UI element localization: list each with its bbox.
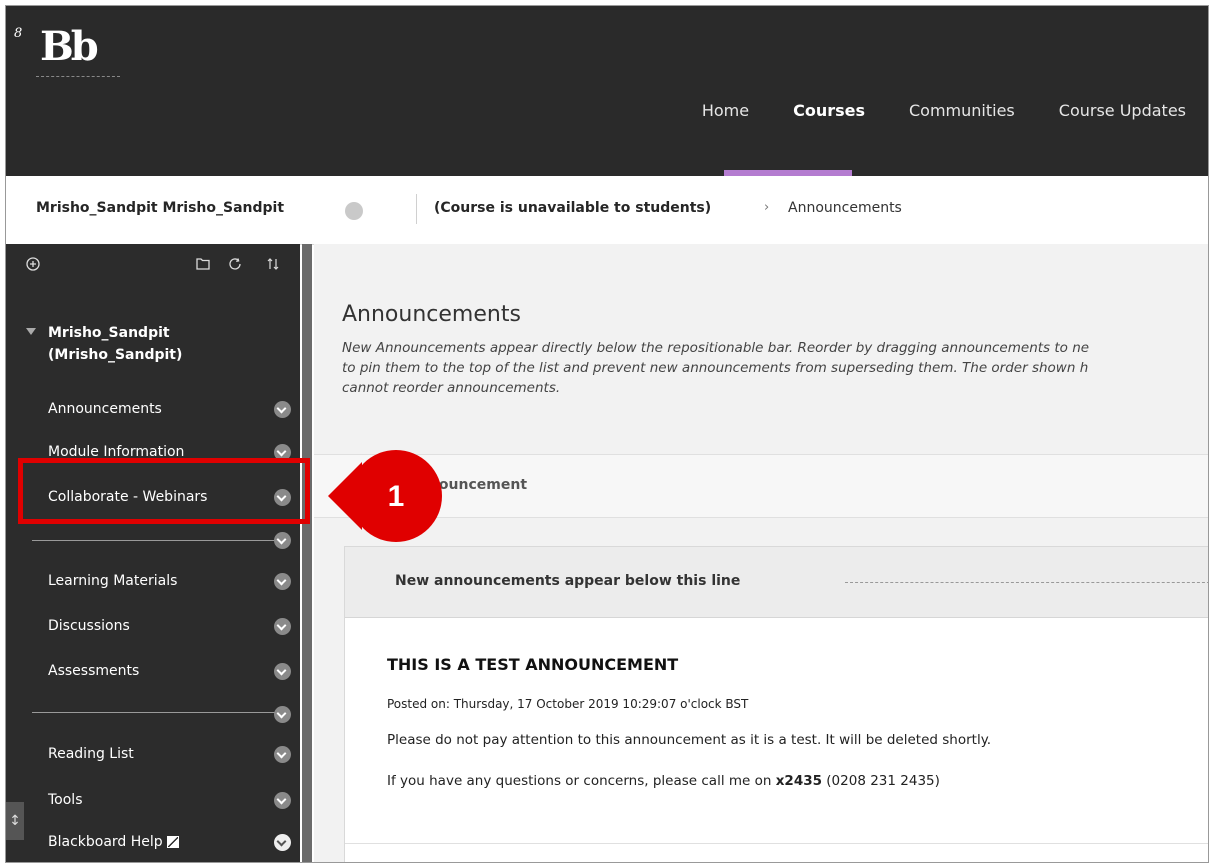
dashed-divider (845, 582, 1208, 583)
sidebar-item-discussions[interactable]: Discussions (48, 616, 130, 636)
announcement-body-text: (0208 231 2435) (822, 773, 940, 789)
sidebar-item-label: Blackboard Help (48, 834, 163, 850)
course-menu-toolbar (6, 244, 300, 284)
course-menu-title[interactable]: Mrisho_Sandpit (Mrisho_Sandpit) (48, 322, 182, 366)
sidebar-item-learning-materials[interactable]: Learning Materials (48, 571, 177, 591)
announcement-posted-date: Posted on: Thursday, 17 October 2019 10:… (387, 697, 749, 711)
nav-course-updates[interactable]: Course Updates (1037, 96, 1208, 126)
chevron-down-icon[interactable] (274, 573, 291, 590)
repositionable-bar[interactable]: New announcements appear below this line (345, 547, 1208, 618)
logo-text: Bb (40, 23, 99, 70)
top-header: 8 Bb Home Courses Communities Course Upd… (6, 6, 1208, 176)
step-number: 1 (388, 480, 405, 513)
chevron-down-icon[interactable] (274, 401, 291, 418)
breadcrumb: Mrisho_Sandpit Mrisho_Sandpit (Course is… (6, 176, 1208, 245)
external-link-icon (166, 836, 179, 848)
chevron-down-icon[interactable] (274, 663, 291, 680)
sidebar-item-assessments[interactable]: Assessments (48, 661, 139, 681)
step-callout-marker: 1 (328, 450, 442, 542)
folder-icon[interactable] (196, 257, 210, 270)
course-title[interactable]: Mrisho_Sandpit Mrisho_Sandpit (36, 200, 284, 216)
course-availability-status: (Course is unavailable to students) (434, 200, 712, 216)
page-description: New Announcements appear directly below … (342, 340, 1090, 396)
announcement-divider (345, 843, 1208, 844)
sidebar-item-tools[interactable]: Tools (48, 790, 83, 810)
course-menu: Mrisho_Sandpit (Mrisho_Sandpit) Announce… (6, 244, 300, 862)
content-area: Announcements New Announcements appear d… (314, 244, 1208, 862)
nav-courses[interactable]: Courses (771, 96, 887, 126)
course-menu-chevron-icon[interactable] (345, 202, 363, 220)
resize-handle-icon[interactable]: ↕ (6, 802, 24, 840)
course-menu-title-line1: Mrisho_Sandpit (48, 325, 170, 341)
main-nav: Home Courses Communities Course Updates (680, 96, 1208, 126)
announcement-body-line1: Please do not pay attention to this anno… (387, 732, 992, 748)
action-bar: nnouncement (314, 454, 1208, 518)
breadcrumb-current: Announcements (788, 200, 902, 216)
sidebar-item-blackboard-help[interactable]: Blackboard Help (48, 832, 179, 852)
menu-divider (32, 712, 276, 713)
sidebar-resize-bar[interactable] (302, 244, 312, 862)
menu-divider (32, 540, 276, 541)
sidebar-item-reading-list[interactable]: Reading List (48, 744, 134, 764)
collapse-triangle-icon[interactable] (26, 328, 36, 335)
announcement-body-line2: If you have any questions or concerns, p… (387, 773, 940, 789)
sidebar-item-announcements[interactable]: Announcements (48, 399, 162, 419)
brand-mark: 8 (14, 26, 23, 41)
highlight-box (18, 458, 310, 524)
app-window: 8 Bb Home Courses Communities Course Upd… (5, 5, 1209, 863)
announcement-title[interactable]: THIS IS A TEST ANNOUNCEMENT (387, 655, 678, 674)
refresh-icon[interactable] (228, 257, 242, 271)
blackboard-logo[interactable]: Bb (36, 24, 120, 77)
announcement-body-text: If you have any questions or concerns, p… (387, 773, 776, 789)
breadcrumb-divider (416, 194, 417, 224)
breadcrumb-separator-icon: › (764, 200, 770, 215)
chevron-down-icon[interactable] (274, 532, 291, 549)
nav-home[interactable]: Home (680, 96, 771, 126)
nav-communities[interactable]: Communities (887, 96, 1037, 126)
chevron-down-icon[interactable] (274, 618, 291, 635)
repositionable-bar-label: New announcements appear below this line (395, 573, 741, 589)
sort-icon[interactable] (266, 257, 280, 271)
chevron-down-icon[interactable] (274, 746, 291, 763)
chevron-down-icon[interactable] (274, 706, 291, 723)
add-icon[interactable] (26, 257, 40, 271)
chevron-down-icon[interactable] (274, 792, 291, 809)
announcements-list: New announcements appear below this line… (344, 546, 1208, 862)
page-title: Announcements (342, 302, 521, 327)
chevron-down-icon[interactable] (274, 834, 291, 851)
phone-extension: x2435 (775, 773, 822, 789)
course-menu-title-line2: (Mrisho_Sandpit) (48, 347, 183, 363)
